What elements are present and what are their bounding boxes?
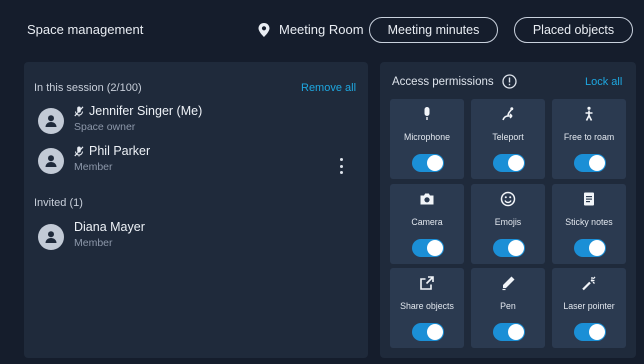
remove-all-link[interactable]: Remove all [301, 82, 356, 94]
walking-person-icon [585, 106, 593, 121]
free-to-roam-toggle[interactable] [574, 154, 606, 172]
permission-tile-sticky-notes: Sticky notes [552, 184, 626, 264]
permission-label: Microphone [404, 131, 450, 142]
laser-pointer-toggle[interactable] [574, 323, 606, 341]
info-icon[interactable] [501, 74, 517, 89]
lock-all-link[interactable]: Lock all [585, 76, 622, 88]
location-pin-icon [258, 22, 270, 37]
permission-label: Camera [411, 216, 443, 227]
permission-label: Teleport [492, 131, 524, 142]
laser-pointer-icon [582, 276, 596, 291]
avatar [38, 108, 64, 134]
user-icon [45, 115, 57, 127]
note-icon [584, 192, 594, 206]
microphone-toggle[interactable] [412, 154, 444, 172]
permission-label: Share objects [400, 300, 454, 311]
avatar [38, 224, 64, 250]
participant-role: Space owner [74, 121, 136, 133]
permission-label: Pen [500, 300, 516, 311]
more-options-icon[interactable] [337, 158, 345, 174]
share-icon [420, 276, 434, 290]
permissions-header: Access permissions [392, 74, 517, 89]
avatar [38, 148, 64, 174]
participant-row[interactable]: Phil Parker Member [38, 144, 150, 174]
permission-tile-microphone: Microphone [390, 99, 464, 179]
smiley-icon [500, 191, 516, 207]
meeting-minutes-button[interactable]: Meeting minutes [369, 17, 498, 43]
app-title: Space management [27, 22, 144, 37]
top-bar: Space management Meeting Room Meeting mi… [0, 0, 644, 62]
placed-objects-button[interactable]: Placed objects [514, 17, 633, 43]
permission-tile-laser-pointer: Laser pointer [552, 268, 626, 348]
muted-microphone-icon [74, 105, 84, 116]
permission-tile-pen: Pen [471, 268, 545, 348]
permission-label: Sticky notes [565, 216, 613, 227]
pen-toggle[interactable] [493, 323, 525, 341]
permissions-title: Access permissions [392, 75, 494, 88]
participant-name: Jennifer Singer (Me) [89, 104, 203, 118]
sticky-notes-toggle[interactable] [574, 239, 606, 257]
invited-name: Diana Mayer [74, 220, 145, 234]
user-icon [45, 231, 57, 243]
permission-tile-camera: Camera [390, 184, 464, 264]
invited-role: Member [74, 237, 113, 249]
teleport-icon [502, 107, 514, 121]
participant-name: Phil Parker [89, 144, 151, 158]
access-permissions-panel: Access permissions Lock all Microphone T… [380, 62, 636, 358]
permission-tile-emojis: Emojis [471, 184, 545, 264]
permission-tile-share-objects: Share objects [390, 268, 464, 348]
permission-label: Laser pointer [563, 300, 615, 311]
invited-row[interactable]: Diana Mayer Member [38, 220, 145, 250]
camera-toggle[interactable] [412, 239, 444, 257]
share-objects-toggle[interactable] [412, 323, 444, 341]
participant-row[interactable]: Jennifer Singer (Me) Space owner [38, 104, 202, 134]
permission-label: Emojis [494, 216, 522, 227]
location-name: Meeting Room [279, 22, 364, 37]
pen-icon [502, 276, 515, 291]
permission-tile-free-to-roam: Free to roam [552, 99, 626, 179]
session-count-label: In this session (2/100) [34, 82, 142, 94]
teleport-toggle[interactable] [493, 154, 525, 172]
participant-role: Member [74, 161, 113, 173]
location-indicator: Meeting Room [258, 22, 364, 37]
camera-icon [420, 193, 434, 205]
microphone-icon [424, 107, 430, 120]
emojis-toggle[interactable] [493, 239, 525, 257]
invited-label: Invited (1) [34, 197, 83, 209]
participants-panel: In this session (2/100) Remove all Jenni… [24, 62, 368, 358]
permission-tile-teleport: Teleport [471, 99, 545, 179]
muted-microphone-icon [74, 145, 84, 156]
user-icon [45, 155, 57, 167]
permission-label: Free to roam [563, 131, 615, 142]
